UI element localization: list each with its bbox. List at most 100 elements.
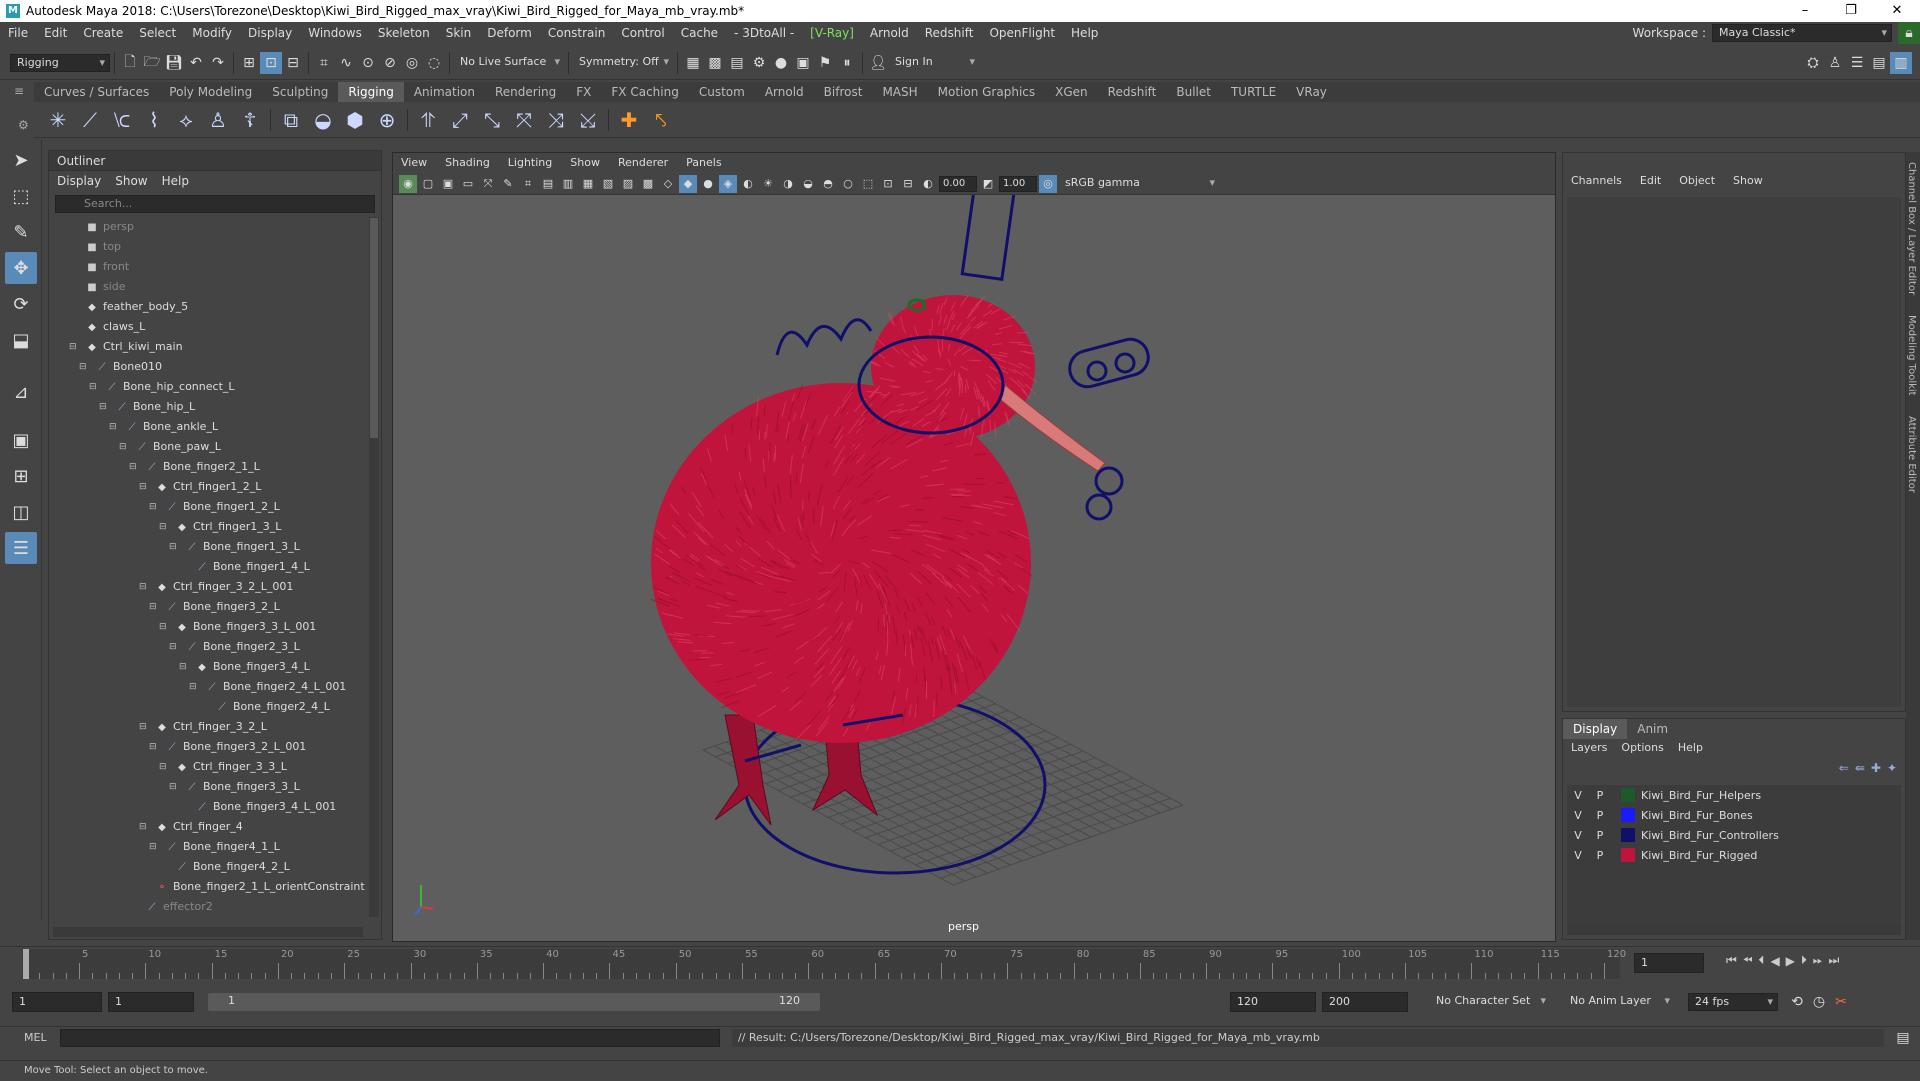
layer-visibility-toggle[interactable]: V: [1567, 849, 1589, 862]
menu-vray[interactable]: [V-Ray]: [802, 26, 862, 40]
field-chart-icon[interactable]: ▧: [599, 175, 617, 193]
menu-set-dropdown[interactable]: Rigging: [10, 53, 110, 72]
mirror-joint-icon[interactable]: ⌇: [138, 104, 170, 136]
render-view-icon[interactable]: ▦: [682, 52, 704, 74]
viewport-panel[interactable]: View Shading Lighting Show Renderer Pane…: [392, 152, 1556, 942]
snap-grid-icon[interactable]: ⌗: [313, 52, 335, 74]
expand-toggle-icon[interactable]: ⊟: [149, 837, 157, 857]
outliner-item[interactable]: ⊟ ◆ Ctrl_finger_3_2_L_001: [49, 577, 365, 597]
outliner-item[interactable]: ⊟ ⟋ Bone_finger3_2_L: [49, 597, 365, 617]
tab-curves-surfaces[interactable]: Curves / Surfaces: [34, 82, 159, 102]
two-d-pan-icon[interactable]: ⤧: [479, 175, 497, 193]
step-back-key-icon[interactable]: ⏴︎: [1758, 953, 1764, 968]
expand-toggle-icon[interactable]: ⊟: [89, 377, 97, 397]
step-back-icon[interactable]: ⏪︎: [1743, 953, 1753, 968]
channel-menu-show[interactable]: Show: [1733, 169, 1763, 193]
play-forward-icon[interactable]: ▶: [1786, 954, 1795, 968]
outliner-item[interactable]: ⟋ Bone_finger1_4_L: [49, 557, 365, 577]
menu-openflight[interactable]: OpenFlight: [981, 26, 1063, 40]
symmetry-dropdown[interactable]: Symmetry: Off: [573, 53, 673, 72]
bookmarks-icon[interactable]: ▣: [439, 175, 457, 193]
outliner-item[interactable]: ⊟ ◆ Ctrl_finger1_2_L: [49, 477, 365, 497]
live-surface-field[interactable]: No Live Surface: [454, 53, 564, 72]
select-object-icon[interactable]: ⊡: [260, 51, 282, 74]
xray-active-icon[interactable]: ⊟: [899, 175, 917, 193]
expand-toggle-icon[interactable]: ⊟: [169, 637, 177, 657]
menu-3dtoall[interactable]: - 3DtoAll -: [726, 26, 802, 40]
tab-sculpting[interactable]: Sculpting: [262, 82, 338, 102]
expand-toggle-icon[interactable]: ⊟: [149, 737, 157, 757]
anim-prefs-icon[interactable]: ✂: [1830, 991, 1852, 1013]
outliner-item[interactable]: ◆ claws_L: [49, 317, 365, 337]
playback-end-field[interactable]: 120: [1230, 992, 1316, 1012]
tab-display-layers[interactable]: Display: [1563, 719, 1628, 739]
xray-joints-icon[interactable]: ⊡: [879, 175, 897, 193]
orient-constraint-icon[interactable]: ⤡: [476, 104, 508, 136]
outliner-layout-icon[interactable]: ☰: [5, 532, 37, 564]
layer-horizontal-scrollbar[interactable]: [1567, 925, 1901, 935]
menu-create[interactable]: Create: [75, 26, 131, 40]
expand-toggle-icon[interactable]: ⊟: [149, 597, 157, 617]
outliner-item[interactable]: ⊟ ◆ Bone_finger3_4_L: [49, 657, 365, 677]
tab-fx-caching[interactable]: FX Caching: [601, 82, 688, 102]
pole-vector-icon[interactable]: ⤩: [572, 104, 604, 136]
wireframe-on-shaded-icon[interactable]: ◈: [719, 174, 737, 193]
expand-toggle-icon[interactable]: ⊟: [139, 717, 147, 737]
tab-redshift[interactable]: Redshift: [1098, 82, 1167, 102]
tab-bifrost[interactable]: Bifrost: [814, 82, 873, 102]
vray-ipr-icon[interactable]: ⚑: [814, 52, 836, 74]
script-language-label[interactable]: MEL: [0, 1031, 50, 1044]
expand-toggle-icon[interactable]: ⊟: [179, 657, 187, 677]
viewport-menu-show[interactable]: Show: [570, 153, 600, 173]
outliner-item[interactable]: ⟋ Bone_finger4_2_L: [49, 857, 365, 877]
outliner-item[interactable]: ⊟ ⟋ Bone_finger1_2_L: [49, 497, 365, 517]
layer-menu-options[interactable]: Options: [1621, 739, 1663, 757]
viewport-menu-panels[interactable]: Panels: [686, 153, 721, 173]
rotate-tool-icon[interactable]: ⟳: [5, 288, 37, 320]
scene-start-field[interactable]: 1: [12, 992, 102, 1012]
motion-blur-icon[interactable]: ◓: [819, 175, 837, 193]
outliner-horizontal-scrollbar[interactable]: [53, 927, 363, 937]
vray-render-icon[interactable]: ▣: [792, 52, 814, 74]
time-slider[interactable]: 5 10 15 20 25 30 35 40 45 50 55 60 65 70 75 80 85 90 95 100…: [0, 946, 1920, 982]
outliner-item[interactable]: ⊟ ◆ Bone_finger3_3_L_001: [49, 617, 365, 637]
layer-menu-layers[interactable]: Layers: [1571, 739, 1607, 757]
workspace-dropdown[interactable]: Maya Classic*: [1712, 24, 1892, 42]
step-forward-icon[interactable]: ⏩︎: [1813, 953, 1823, 968]
wireframe-icon[interactable]: ◇: [659, 175, 677, 193]
expand-toggle-icon[interactable]: ⊟: [159, 517, 167, 537]
layer-row[interactable]: V P Kiwi_Bird_Fur_Helpers: [1567, 785, 1901, 805]
expand-toggle-icon[interactable]: ⊟: [119, 437, 127, 457]
layer-color-swatch[interactable]: [1621, 828, 1635, 842]
menu-display[interactable]: Display: [240, 26, 300, 40]
xray-icon[interactable]: ◐: [739, 175, 757, 193]
ik-spline-icon[interactable]: ⟈: [106, 104, 138, 136]
menu-windows[interactable]: Windows: [300, 26, 370, 40]
snap-surface-icon[interactable]: ◎: [401, 52, 423, 74]
tab-rigging[interactable]: Rigging: [338, 82, 404, 102]
outliner-item[interactable]: ⊟ ⟋ Bone_finger2_4_L_001: [49, 677, 365, 697]
layer-visibility-toggle[interactable]: V: [1567, 809, 1589, 822]
expand-toggle-icon[interactable]: ⊟: [69, 337, 77, 357]
locator-icon[interactable]: ✚: [613, 104, 645, 136]
color-management-icon[interactable]: ◎: [1039, 174, 1057, 193]
outliner-vertical-scrollbar[interactable]: [369, 217, 379, 917]
render-settings-icon[interactable]: ⚙︎: [748, 52, 770, 74]
expand-toggle-icon[interactable]: ⊟: [139, 817, 147, 837]
hypershade-icon[interactable]: ●: [770, 52, 792, 74]
single-view-icon[interactable]: ▣: [5, 424, 37, 456]
shadows-icon[interactable]: ◑: [779, 175, 797, 193]
create-controller-icon[interactable]: ⤣: [645, 104, 677, 136]
anim-layer-dropdown[interactable]: No Anim Layer: [1564, 993, 1674, 1011]
play-back-icon[interactable]: ◀: [1770, 954, 1779, 968]
gamma-icon[interactable]: ◩: [979, 175, 997, 193]
channel-menu-edit[interactable]: Edit: [1640, 169, 1661, 193]
gate-mask-icon[interactable]: ▦: [579, 175, 597, 193]
go-to-end-icon[interactable]: ⏭︎: [1829, 953, 1840, 968]
minimize-icon[interactable]: –: [1782, 0, 1828, 22]
menu-select[interactable]: Select: [131, 26, 184, 40]
current-frame-field[interactable]: 1: [1634, 953, 1704, 973]
safe-title-icon[interactable]: ▩: [639, 175, 657, 193]
outliner-item[interactable]: ⊟ ⟋ Bone_paw_L: [49, 437, 365, 457]
snap-plane-icon[interactable]: ◌: [423, 52, 445, 74]
